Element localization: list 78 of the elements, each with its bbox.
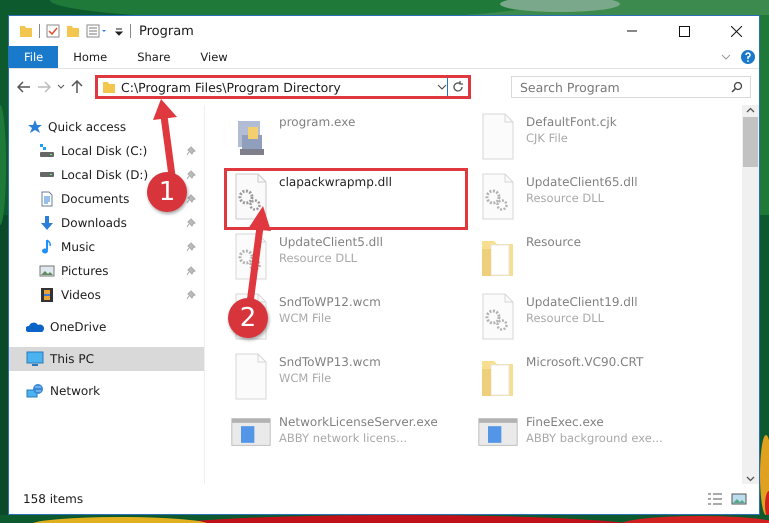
close-icon (730, 26, 742, 36)
file-item[interactable]: UpdateClient5.dll Resource DLL (279, 233, 383, 265)
download-arrow-icon (39, 215, 55, 231)
back-arrow-icon[interactable] (17, 81, 31, 93)
nav-item[interactable]: Local Disk (C:) (39, 143, 148, 159)
file-name: UpdateClient19.dll (526, 295, 638, 309)
file-item[interactable]: NetworkLicenseServer.exe ABBY network licens... (279, 413, 438, 445)
ribbon-tab[interactable]: Share (122, 46, 186, 68)
nav-item[interactable]: OneDrive (26, 319, 106, 335)
ribbon-tab[interactable]: Home (58, 46, 122, 68)
chevron-up-icon[interactable] (746, 105, 755, 115)
pin-icon[interactable] (186, 194, 196, 204)
file-name: NetworkLicenseServer.exe (279, 415, 438, 429)
pin-icon[interactable] (186, 290, 196, 300)
address-bar[interactable]: C:\Program Files\Program Directory (95, 75, 471, 99)
file-type: Resource DLL (526, 311, 606, 325)
ribbon-tab[interactable]: View (185, 46, 243, 68)
file-item[interactable]: SndToWP12.wcm WCM File (279, 293, 381, 325)
nav-item[interactable]: Quick access (26, 119, 126, 135)
nav-item[interactable]: Local Disk (D:) (39, 168, 148, 182)
file-type: ABBY background exe... (526, 431, 663, 445)
file-item[interactable]: UpdateClient19.dll Resource DLL (526, 293, 638, 325)
nav-item[interactable]: Downloads (39, 215, 127, 231)
address-path: C:\Program Files\Program Directory (121, 80, 341, 94)
pin-icon[interactable] (186, 242, 196, 252)
film-icon (39, 287, 55, 303)
up-arrow-icon[interactable] (71, 80, 83, 94)
file-name: UpdateClient5.dll (279, 235, 383, 249)
file-type: Resource DLL (526, 191, 606, 205)
file-item[interactable]: FineExec.exe ABBY background exe... (526, 413, 663, 445)
properties-icon[interactable] (46, 24, 60, 38)
picture-icon (39, 263, 55, 279)
nav-item[interactable]: Network (26, 383, 100, 399)
drive-icon (39, 143, 55, 159)
refresh-icon[interactable] (452, 81, 464, 93)
file-item[interactable]: DefaultFont.cjk CJK File (526, 113, 617, 145)
nav-item[interactable]: Documents (39, 191, 130, 207)
file-type: WCM File (279, 371, 332, 385)
item-count: 158 items (23, 492, 84, 506)
view-options-icon[interactable] (86, 24, 108, 38)
file-name: UpdateClient65.dll (526, 175, 638, 189)
file-type: Resource DLL (279, 251, 358, 265)
window-title: Program (139, 24, 194, 38)
file-item[interactable]: SndToWP13.wcm WCM File (279, 353, 381, 385)
chevron-down-icon[interactable] (746, 474, 755, 484)
file-name: SndToWP13.wcm (279, 355, 381, 369)
pin-icon[interactable] (186, 170, 196, 180)
file-type: WCM File (279, 311, 332, 325)
chevron-down-icon[interactable] (57, 84, 65, 90)
chevron-down-icon[interactable] (437, 84, 447, 90)
file-item[interactable]: UpdateClient65.dll Resource DLL (526, 173, 638, 205)
scroll-thumb[interactable] (743, 117, 758, 167)
pin-icon[interactable] (186, 218, 196, 228)
nav-item[interactable]: This PC (26, 351, 94, 367)
search-icon (731, 81, 743, 93)
file-type: ABBY network licens... (279, 431, 408, 445)
nav-item[interactable]: Music (39, 239, 96, 255)
details-view-icon[interactable] (707, 492, 723, 506)
network-icon (26, 383, 44, 399)
pin-icon[interactable] (186, 146, 196, 156)
scrollbar[interactable] (742, 105, 759, 484)
maximize-icon (678, 26, 690, 36)
drive-icon (39, 172, 55, 178)
file-type: CJK File (526, 131, 569, 145)
help-icon[interactable] (741, 50, 755, 64)
folder-icon (102, 80, 116, 94)
star-icon (26, 119, 42, 135)
pin-icon[interactable] (186, 266, 196, 276)
file-name: DefaultFont.cjk (526, 115, 617, 129)
monitor-icon (26, 351, 44, 367)
file-name: SndToWP12.wcm (279, 295, 381, 309)
thumbnail-view-icon[interactable] (731, 492, 747, 506)
ribbon-tab[interactable]: File (9, 46, 58, 68)
document-icon (39, 191, 55, 207)
nav-item[interactable]: Videos (39, 287, 101, 303)
file-name: FineExec.exe (526, 415, 605, 429)
search-field[interactable]: Search Program (511, 76, 751, 98)
nav-item[interactable]: Pictures (39, 263, 109, 279)
